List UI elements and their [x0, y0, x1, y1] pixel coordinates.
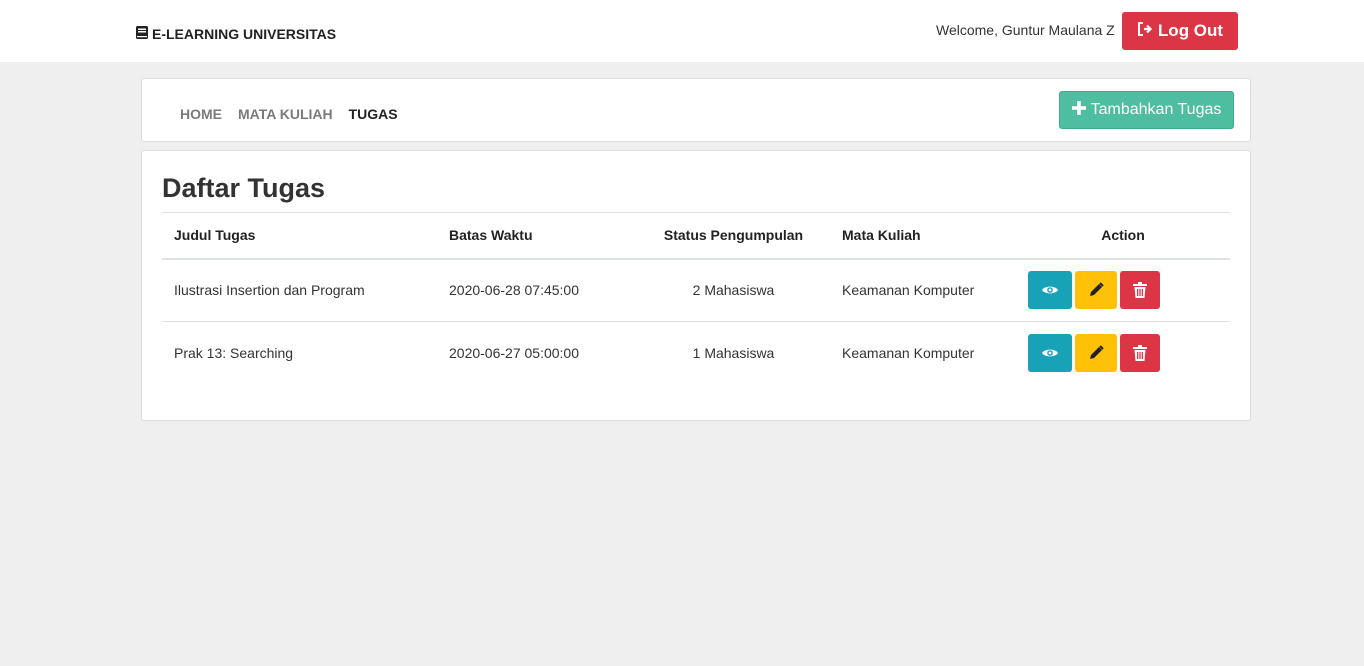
task-list-card: Daftar Tugas Judul Tugas Batas Waktu Sta…: [141, 150, 1251, 421]
delete-button[interactable]: [1120, 271, 1160, 310]
nav-card: HOME MATA KULIAH TUGAS Tambahkan Tugas: [141, 78, 1251, 142]
col-status: Status Pengumpulan: [637, 212, 830, 260]
col-batas: Batas Waktu: [437, 212, 637, 260]
table-header-row: Judul Tugas Batas Waktu Status Pengumpul…: [162, 212, 1230, 260]
col-matkul: Mata Kuliah: [830, 212, 1016, 260]
pencil-icon: [1090, 345, 1104, 360]
trash-icon: [1133, 345, 1147, 362]
nav-home[interactable]: HOME: [180, 106, 222, 122]
edit-button[interactable]: [1075, 271, 1117, 310]
edit-button[interactable]: [1075, 334, 1117, 373]
logout-label: Log Out: [1157, 21, 1224, 40]
brand[interactable]: E-LEARNING UNIVERSITAS: [136, 26, 336, 42]
add-task-button[interactable]: Tambahkan Tugas: [1059, 91, 1234, 129]
delete-button[interactable]: [1120, 334, 1160, 373]
brand-label: E-LEARNING UNIVERSITAS: [152, 26, 337, 42]
sign-out-icon: [1137, 21, 1158, 41]
cell-actions: [1016, 322, 1230, 385]
welcome-text: Welcome, Guntur Maulana Z: [936, 22, 1115, 38]
eye-icon: [1042, 349, 1058, 357]
cell-batas: 2020-06-27 05:00:00: [449, 345, 579, 362]
cell-actions: [1016, 258, 1230, 322]
cell-matkul: Keamanan Komputer: [830, 258, 1016, 322]
col-action: Action: [1016, 212, 1230, 260]
cell-matkul: Keamanan Komputer: [842, 345, 975, 362]
col-judul: Judul Tugas: [162, 212, 437, 260]
view-button[interactable]: [1028, 271, 1072, 310]
pencil-icon: [1090, 282, 1104, 297]
view-button[interactable]: [1028, 334, 1072, 373]
nav-tugas[interactable]: TUGAS: [349, 106, 398, 122]
cell-status: 2 Mahasiswa: [637, 258, 830, 322]
table-row: Ilustrasi Insertion dan Program 2020-06-…: [162, 258, 1230, 322]
cell-batas: 2020-06-28 07:45:00: [437, 258, 637, 322]
page-title: Daftar Tugas: [162, 173, 326, 203]
task-table: Judul Tugas Batas Waktu Status Pengumpul…: [162, 212, 1230, 385]
logout-button[interactable]: Log Out: [1122, 12, 1238, 50]
cell-judul: Ilustrasi Insertion dan Program: [162, 258, 437, 322]
trash-icon: [1133, 282, 1147, 299]
eye-icon: [1042, 286, 1058, 294]
add-task-label: Tambahkan Tugas: [1090, 101, 1222, 118]
nav-mata-kuliah[interactable]: MATA KULIAH: [238, 106, 333, 122]
cell-judul: Prak 13: Searching: [174, 345, 294, 362]
book-icon: [136, 26, 152, 42]
top-navbar: E-LEARNING UNIVERSITAS Welcome, Guntur M…: [0, 0, 1364, 62]
table-row: Prak 13: Searching 2020-06-27 05:00:00 1…: [162, 322, 1230, 385]
plus-icon: [1071, 100, 1091, 120]
main-nav: HOME MATA KULIAH TUGAS: [180, 106, 414, 122]
cell-status: 1 Mahasiswa: [692, 345, 775, 362]
